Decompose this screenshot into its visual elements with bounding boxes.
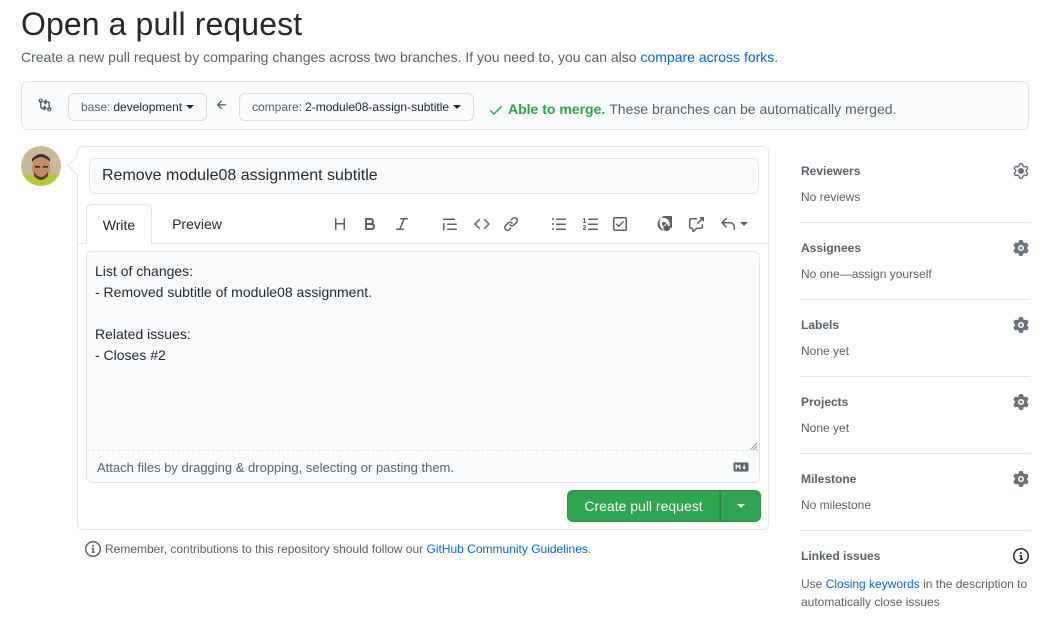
sidebar: Reviewers No reviews Assignees No one—as… xyxy=(801,146,1030,619)
task-list-icon[interactable] xyxy=(609,213,631,235)
caret-down-icon xyxy=(186,105,195,109)
subtitle-text: Create a new pull request by comparing c… xyxy=(21,49,637,65)
write-area: List of changes: - Removed subtitle of m… xyxy=(86,251,760,483)
italic-icon[interactable] xyxy=(391,213,413,235)
subtitle-end: . xyxy=(774,49,779,65)
community-guidelines-link[interactable]: GitHub Community Guidelines xyxy=(427,542,588,556)
create-pull-request-button[interactable]: Create pull request xyxy=(567,490,720,522)
git-compare-icon xyxy=(37,97,53,113)
compare-across-forks-link[interactable]: compare across forks xyxy=(640,49,774,65)
resize-handle-icon[interactable] xyxy=(748,438,758,451)
code-icon[interactable] xyxy=(471,213,493,235)
pull-request-form: Write Preview xyxy=(77,146,769,530)
assignees-value[interactable]: No one—assign yourself xyxy=(801,267,932,281)
contribution-guidelines-note: Remember, contributions to this reposito… xyxy=(85,541,591,557)
sidebar-projects: Projects None yet xyxy=(801,377,1030,454)
check-icon xyxy=(488,99,504,118)
projects-value: None yet xyxy=(801,421,850,435)
gear-icon[interactable] xyxy=(1013,240,1029,256)
reviewers-value: No reviews xyxy=(801,190,861,204)
compare-branch-name: 2-module08-assign-subtitle xyxy=(305,100,450,114)
guidelines-text: Remember, contributions to this reposito… xyxy=(105,542,424,556)
reviewers-heading: Reviewers xyxy=(801,164,861,178)
gear-icon[interactable] xyxy=(1013,471,1029,487)
closing-keywords-link[interactable]: Closing keywords xyxy=(826,577,920,591)
info-icon[interactable] xyxy=(1013,548,1029,564)
avatar[interactable] xyxy=(21,146,61,186)
link-icon[interactable] xyxy=(500,213,522,235)
merge-status: Able to merge. These branches can be aut… xyxy=(488,99,896,118)
projects-heading: Projects xyxy=(801,395,849,409)
file-attach-hint: Attach files by dragging & dropping, sel… xyxy=(97,460,454,475)
labels-heading: Labels xyxy=(801,318,840,332)
create-pr-button-group: Create pull request xyxy=(567,490,761,522)
sidebar-assignees: Assignees No one—assign yourself xyxy=(801,223,1030,300)
milestone-value: No milestone xyxy=(801,498,872,512)
sidebar-linked-issues: Linked issues Use Closing keywords in th… xyxy=(801,531,1030,619)
compare-branch-select[interactable]: compare: 2-module08-assign-subtitle xyxy=(239,93,475,121)
labels-value: None yet xyxy=(801,344,850,358)
gear-icon[interactable] xyxy=(1013,317,1029,333)
caret-down-icon xyxy=(740,222,748,226)
base-branch-select[interactable]: base: development xyxy=(68,93,208,121)
gear-icon[interactable] xyxy=(1013,163,1029,179)
base-prefix: base: xyxy=(81,100,111,114)
page-title: Open a pull request xyxy=(21,6,303,42)
sidebar-labels: Labels None yet xyxy=(801,300,1030,377)
tab-write[interactable]: Write xyxy=(86,204,152,245)
merge-message: These branches can be automatically merg… xyxy=(609,100,897,117)
ordered-list-icon[interactable] xyxy=(580,213,602,235)
file-attach-bar[interactable]: Attach files by dragging & dropping, sel… xyxy=(87,450,759,482)
arrow-left-icon xyxy=(215,98,229,112)
reply-icon[interactable] xyxy=(718,213,750,235)
sidebar-reviewers: Reviewers No reviews xyxy=(801,146,1030,223)
milestone-heading: Milestone xyxy=(801,472,857,486)
quote-icon[interactable] xyxy=(439,213,461,235)
gear-icon[interactable] xyxy=(1013,394,1029,410)
tab-preview[interactable]: Preview xyxy=(162,204,232,244)
pr-title-input[interactable] xyxy=(89,158,759,194)
caret-down-icon xyxy=(453,105,462,109)
page-subtitle: Create a new pull request by comparing c… xyxy=(21,49,778,65)
base-branch-name: development xyxy=(113,100,183,114)
info-icon xyxy=(85,541,101,557)
branch-range-bar: base: development compare: 2-module08-as… xyxy=(21,81,1029,130)
markdown-icon[interactable] xyxy=(733,460,749,472)
caret-down-icon xyxy=(736,504,745,508)
linked-desc-prefix: Use xyxy=(801,577,823,591)
merge-ok-text: Able to merge. xyxy=(508,100,606,117)
sidebar-milestone: Milestone No milestone xyxy=(801,454,1030,531)
linked-issues-heading: Linked issues xyxy=(801,549,881,563)
compare-prefix: compare: xyxy=(252,100,303,114)
unordered-list-icon[interactable] xyxy=(548,213,570,235)
editor-tabs: Write Preview xyxy=(78,204,768,245)
create-pr-dropdown-button[interactable] xyxy=(720,490,761,522)
heading-icon[interactable] xyxy=(329,213,351,235)
bold-icon[interactable] xyxy=(359,213,381,235)
mention-icon[interactable] xyxy=(653,213,675,235)
guidelines-end: . xyxy=(587,542,592,556)
cross-reference-icon[interactable] xyxy=(685,213,707,235)
linked-issues-description: Use Closing keywords in the description … xyxy=(801,575,1033,611)
assignees-heading: Assignees xyxy=(801,241,862,255)
pr-body-textarea[interactable]: List of changes: - Removed subtitle of m… xyxy=(87,252,759,450)
